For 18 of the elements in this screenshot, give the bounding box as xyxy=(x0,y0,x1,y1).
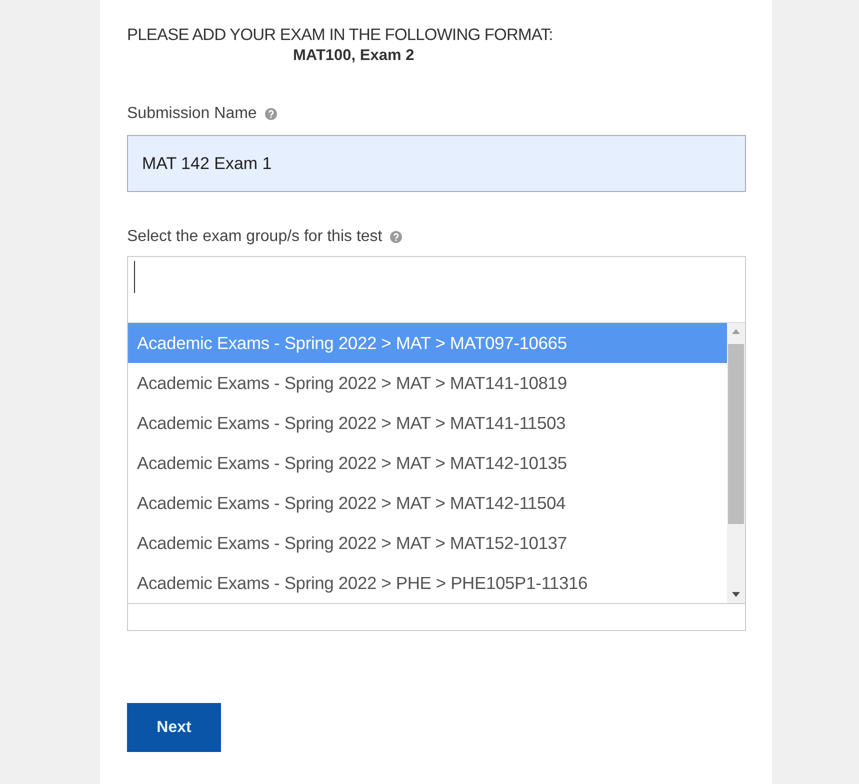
scrollbar-thumb[interactable] xyxy=(728,344,744,524)
next-button[interactable]: Next xyxy=(127,703,221,752)
exam-group-option[interactable]: Academic Exams - Spring 2022 > PHE > PHE105P1-11316 xyxy=(128,563,727,603)
format-example: MAT100, Exam 2 xyxy=(293,47,414,65)
field-label: Submission Name xyxy=(127,105,257,123)
scroll-down-icon[interactable] xyxy=(732,592,740,597)
scroll-up-icon[interactable] xyxy=(732,329,740,334)
exam-group-option[interactable]: Academic Exams - Spring 2022 > MAT > MAT142-11504 xyxy=(128,483,727,523)
field-label: Select the exam group/s for this test xyxy=(127,228,382,246)
exam-group-option[interactable]: Academic Exams - Spring 2022 > MAT > MAT141-11503 xyxy=(128,403,727,443)
exam-group-option[interactable]: Academic Exams - Spring 2022 > MAT > MAT142-10135 xyxy=(128,443,727,483)
help-icon[interactable] xyxy=(390,231,402,243)
exam-group-option[interactable]: Academic Exams - Spring 2022 > MAT > MAT152-10137 xyxy=(128,523,727,563)
exam-group-option[interactable]: Academic Exams - Spring 2022 > MAT > MAT141-10819 xyxy=(128,363,727,403)
instruction-text: PLEASE ADD YOUR EXAM IN THE FOLLOWING FORMAT: xyxy=(127,26,553,45)
help-icon[interactable] xyxy=(264,108,277,120)
scrollbar[interactable] xyxy=(727,323,745,603)
submission-name-input[interactable]: MAT 142 Exam 1 xyxy=(127,135,746,192)
